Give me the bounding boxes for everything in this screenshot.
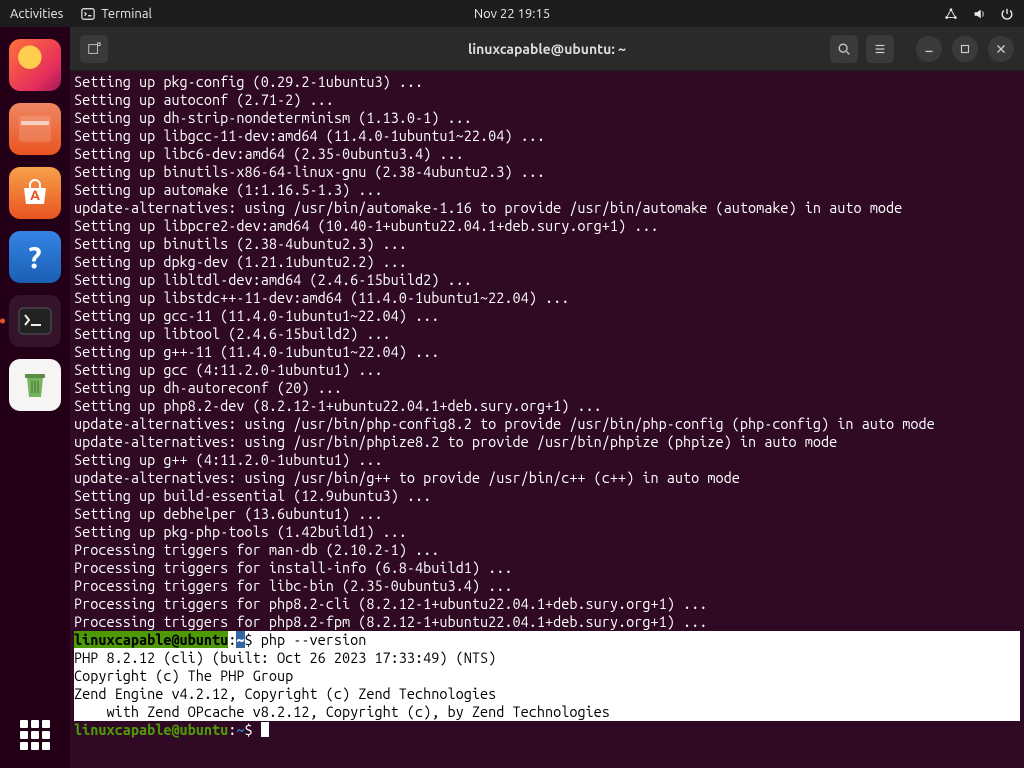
terminal-icon	[18, 307, 52, 335]
svg-text:A: A	[30, 187, 40, 203]
gnome-topbar: Activities Terminal Nov 22 19:15	[0, 0, 1024, 27]
clock[interactable]: Nov 22 19:15	[474, 7, 550, 21]
network-icon[interactable]	[944, 7, 958, 21]
trash-icon	[21, 369, 49, 401]
question-icon: ?	[28, 240, 41, 274]
volume-icon[interactable]	[972, 7, 986, 21]
terminal-output[interactable]: Setting up pkg-config (0.29.2-1ubuntu3) …	[70, 71, 1024, 768]
dock-help[interactable]: ?	[9, 231, 61, 283]
close-icon	[994, 42, 1008, 56]
menu-button[interactable]	[866, 35, 894, 63]
maximize-icon	[958, 42, 972, 56]
power-icon[interactable]	[1000, 7, 1014, 21]
bag-icon: A	[18, 178, 52, 208]
titlebar[interactable]: linuxcapable@ubuntu: ~	[70, 27, 1024, 71]
minimize-icon	[922, 42, 936, 56]
dock: A ?	[0, 27, 70, 768]
dock-trash[interactable]	[9, 359, 61, 411]
new-tab-icon	[87, 42, 101, 56]
terminal-window: linuxcapable@ubuntu: ~ Setting up pkg	[70, 27, 1024, 768]
show-apps-button[interactable]	[20, 720, 50, 750]
active-app-label: Terminal	[101, 7, 152, 21]
window-title: linuxcapable@ubuntu: ~	[468, 41, 626, 57]
cursor	[261, 722, 269, 737]
dock-firefox[interactable]	[9, 39, 61, 91]
activities-button[interactable]: Activities	[10, 7, 63, 21]
dock-terminal[interactable]	[9, 295, 61, 347]
active-app-menu[interactable]: Terminal	[81, 7, 152, 21]
search-icon	[837, 42, 851, 56]
files-icon	[18, 115, 52, 143]
close-button[interactable]	[988, 36, 1014, 62]
search-button[interactable]	[830, 35, 858, 63]
dock-software[interactable]: A	[9, 167, 61, 219]
maximize-button[interactable]	[952, 36, 978, 62]
dock-files[interactable]	[9, 103, 61, 155]
terminal-app-icon	[81, 7, 95, 21]
minimize-button[interactable]	[916, 36, 942, 62]
hamburger-icon	[873, 42, 887, 56]
new-tab-button[interactable]	[80, 35, 108, 63]
